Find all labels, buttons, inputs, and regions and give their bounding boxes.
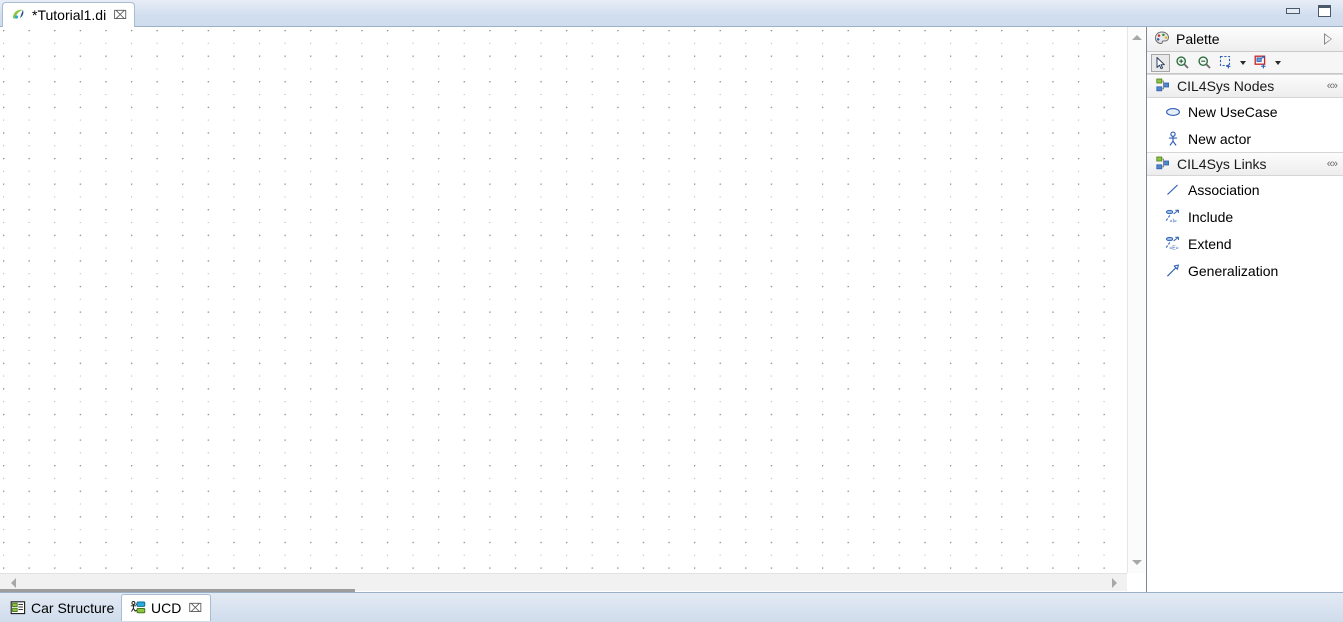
diagram-view-tab-bar: Car Structure UCD ⌧ [0, 592, 1343, 622]
select-tool-button[interactable] [1151, 53, 1170, 72]
close-icon[interactable]: ⌧ [113, 9, 127, 21]
palette-item-include[interactable]: «I» Include [1147, 203, 1343, 230]
pin-section-icon[interactable]: «» [1327, 80, 1338, 92]
marquee-tool-button[interactable] [1217, 54, 1236, 72]
palette-section-cil4sys-nodes[interactable]: CIL4Sys Nodes «» [1147, 74, 1343, 98]
palette-section-icon [1156, 156, 1170, 173]
view-tab-label: UCD [151, 600, 182, 616]
palette-item-extend[interactable]: «E» Extend [1147, 230, 1343, 257]
view-tab-ucd[interactable]: UCD ⌧ [121, 594, 212, 621]
palette-section-label: CIL4Sys Links [1177, 156, 1267, 172]
palette-item-label: New actor [1188, 130, 1252, 147]
palette-item-label: New UseCase [1188, 103, 1278, 120]
window-controls [1285, 4, 1333, 18]
scroll-right-icon[interactable] [1103, 574, 1125, 591]
palette-title: Palette [1176, 31, 1220, 47]
view-tab-car-structure[interactable]: Car Structure [2, 594, 122, 621]
maximize-button[interactable] [1316, 4, 1333, 18]
canvas-grid[interactable] [0, 27, 1127, 573]
palette-item-association[interactable]: Association [1147, 176, 1343, 203]
editor-tab-label: *Tutorial1.di [32, 7, 107, 23]
actor-stickfigure-icon [1165, 131, 1181, 147]
palette-section-icon [1156, 78, 1170, 95]
palette-icon [1154, 30, 1170, 49]
pin-section-icon[interactable]: «» [1327, 158, 1338, 170]
svg-text:«I»: «I» [1170, 218, 1177, 224]
palette-section-label: CIL4Sys Nodes [1177, 78, 1275, 94]
generalization-arrow-icon [1165, 263, 1181, 279]
association-line-icon [1165, 182, 1181, 198]
marquee-dropdown-caret-icon[interactable] [1240, 60, 1246, 65]
diagram-canvas[interactable] [0, 27, 1146, 592]
palette-item-new-actor[interactable]: New actor [1147, 125, 1343, 152]
chevron-right-icon[interactable] [1324, 33, 1332, 45]
create-element-tool-button[interactable] [1252, 54, 1271, 72]
palette-section-cil4sys-links[interactable]: CIL4Sys Links «» [1147, 152, 1343, 176]
svg-text:«E»: «E» [1169, 245, 1178, 251]
view-tab-label: Car Structure [31, 599, 115, 616]
close-icon[interactable]: ⌧ [188, 602, 202, 614]
palette-item-new-usecase[interactable]: New UseCase [1147, 98, 1343, 125]
palette-panel: Palette CIL4Sys Nodes «» New UseCase New… [1147, 27, 1343, 592]
palette-toolbar [1147, 52, 1343, 74]
scroll-down-icon[interactable] [1128, 554, 1146, 571]
usecase-diagram-icon [130, 600, 146, 616]
palette-item-label: Extend [1188, 235, 1232, 252]
palette-item-label: Association [1188, 181, 1260, 198]
palette-item-label: Generalization [1188, 262, 1279, 279]
editor-tab-bar: *Tutorial1.di ⌧ [0, 0, 1343, 27]
palette-header: Palette [1147, 27, 1343, 52]
zoom-in-tool-button[interactable] [1173, 54, 1192, 72]
class-diagram-icon [10, 600, 26, 616]
canvas-vertical-scrollbar[interactable] [1127, 27, 1145, 573]
extend-arrow-icon: «E» [1165, 236, 1181, 252]
create-element-dropdown-caret-icon[interactable] [1275, 60, 1281, 65]
editor-tab-tutorial1[interactable]: *Tutorial1.di ⌧ [2, 2, 136, 27]
palette-item-generalization[interactable]: Generalization [1147, 257, 1343, 284]
palette-item-label: Include [1188, 208, 1234, 225]
canvas-horizontal-scrollbar[interactable] [0, 573, 1127, 592]
papyrus-icon [11, 7, 27, 23]
scroll-up-icon[interactable] [1128, 29, 1146, 46]
usecase-ellipse-icon [1165, 104, 1181, 120]
zoom-out-tool-button[interactable] [1195, 54, 1214, 72]
minimize-button[interactable] [1285, 4, 1302, 18]
include-arrow-icon: «I» [1165, 209, 1181, 225]
